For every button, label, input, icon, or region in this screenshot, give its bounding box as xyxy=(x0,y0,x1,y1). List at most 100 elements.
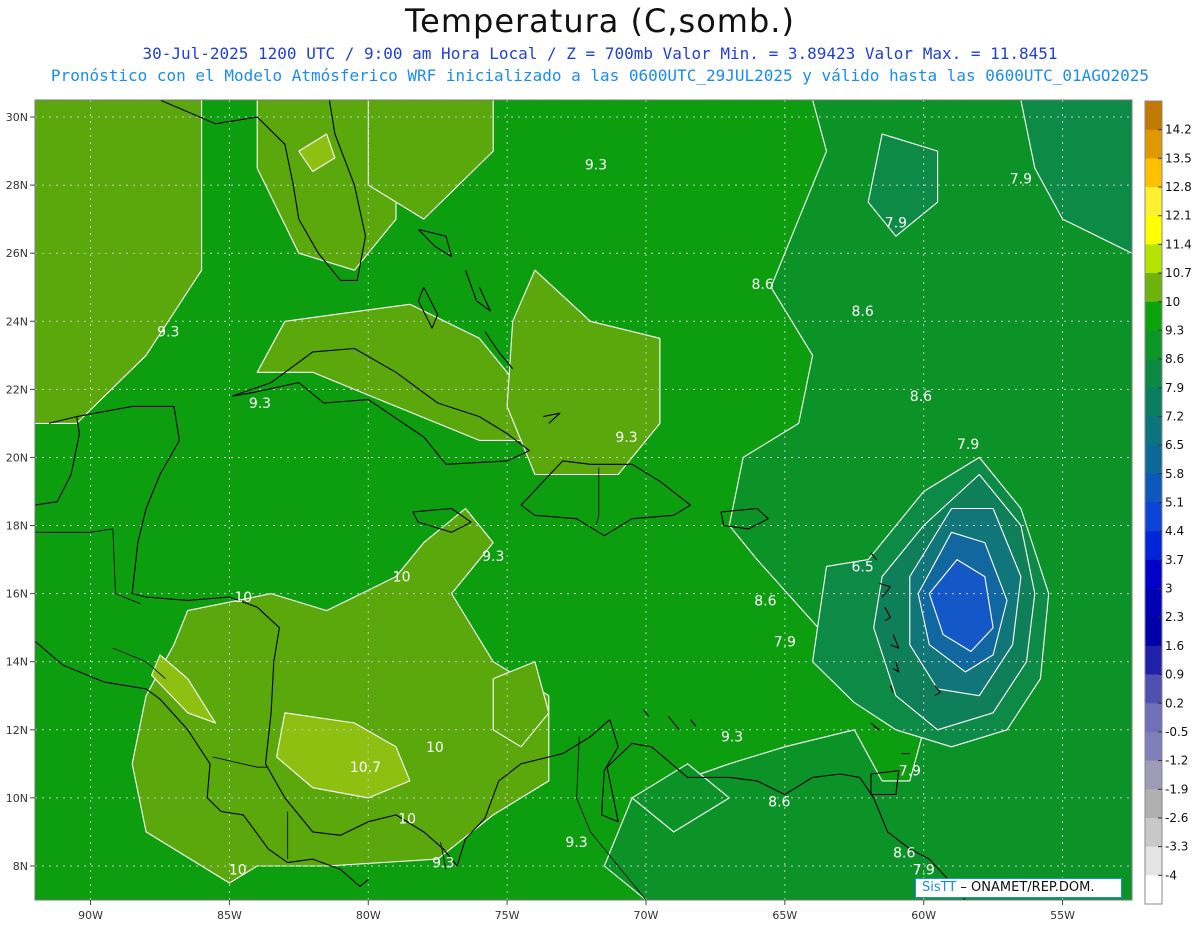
colorbar-label: 1.6 xyxy=(1165,639,1184,653)
colorbar-swatch xyxy=(1145,559,1162,589)
colorbar-swatch xyxy=(1145,445,1162,475)
colorbar-label: 8.6 xyxy=(1165,352,1184,366)
lat-tick-label: 10N xyxy=(6,792,28,805)
lat-tick-label: 12N xyxy=(6,724,28,737)
contour-label: 7.9 xyxy=(774,634,796,650)
colorbar-label: 14.2 xyxy=(1165,123,1192,137)
colorbar-label: 13.5 xyxy=(1165,151,1192,165)
lon-tick-label: 85W xyxy=(217,909,242,922)
colorbar-label: -3.3 xyxy=(1165,840,1188,854)
colorbar-swatch xyxy=(1145,301,1162,331)
colorbar-label: -4 xyxy=(1165,868,1177,882)
contour-label: 7.9 xyxy=(957,437,979,453)
contour-label: 9.3 xyxy=(249,396,271,412)
contour-label: 9.3 xyxy=(615,430,637,446)
colorbar-label: 4.4 xyxy=(1165,524,1184,538)
contour-label: 10 xyxy=(393,570,411,586)
colorbar-swatch xyxy=(1145,158,1162,188)
colorbar-label: 10 xyxy=(1165,295,1180,309)
lon-tick-label: 70W xyxy=(634,909,659,922)
colorbar-label: 3.7 xyxy=(1165,553,1184,567)
colorbar-swatch xyxy=(1145,330,1162,360)
contour-label: 8.6 xyxy=(893,845,915,861)
colorbar-swatch xyxy=(1145,473,1162,503)
colorbar-label: 0.2 xyxy=(1165,696,1184,710)
colorbar-label: 5.8 xyxy=(1165,467,1184,481)
colorbar-label: 0.9 xyxy=(1165,668,1184,682)
contour-label: 9.3 xyxy=(432,856,454,872)
contour-label: 10 xyxy=(229,862,247,878)
contour-label: 9.3 xyxy=(565,835,587,851)
colorbar-swatch xyxy=(1145,760,1162,790)
contour-label: 8.6 xyxy=(768,794,790,810)
onamet-credit: – ONAMET/REP.DOM. xyxy=(956,880,1095,895)
lat-tick-label: 26N xyxy=(6,247,28,260)
colorbar-swatch xyxy=(1145,359,1162,389)
colorbar-label: 7.2 xyxy=(1165,409,1184,423)
colorbar: 14.2 13.5 12.8 12.1 11.4 10.7 10 9.3 8.6 7.9 7.2 6.… xyxy=(1144,100,1192,905)
colorbar-label: 12.1 xyxy=(1165,209,1192,223)
colorbar-label: -1.9 xyxy=(1165,782,1188,796)
colorbar-swatch xyxy=(1145,703,1162,733)
colorbar-swatch xyxy=(1145,645,1162,675)
contour-label: 10 xyxy=(234,590,252,606)
colorbar-swatch xyxy=(1145,273,1162,303)
contour-label: 7.9 xyxy=(899,764,921,780)
lat-tick-label: 22N xyxy=(6,383,28,396)
lon-tick-label: 65W xyxy=(772,909,797,922)
lon-tick-label: 75W xyxy=(495,909,520,922)
colorbar-swatch xyxy=(1145,617,1162,647)
colorbar-swatch xyxy=(1145,387,1162,417)
contour-label: 9.3 xyxy=(157,324,179,340)
contour-label: 9.3 xyxy=(482,549,504,565)
colorbar-swatch xyxy=(1145,531,1162,561)
colorbar-label: 9.3 xyxy=(1165,323,1184,337)
contour-label: 8.6 xyxy=(754,593,776,609)
contour-label: 8.6 xyxy=(851,304,873,320)
colorbar-label: 6.5 xyxy=(1165,438,1184,452)
lat-tick-label: 18N xyxy=(6,520,28,533)
lon-tick-label: 55W xyxy=(1050,909,1075,922)
contour-label: 8.6 xyxy=(910,389,932,405)
colorbar-swatch xyxy=(1145,215,1162,245)
colorbar-label: -2.6 xyxy=(1165,811,1188,825)
colorbar-swatch xyxy=(1145,789,1162,819)
colorbar-label: 10.7 xyxy=(1165,266,1192,280)
contour-label: 6.5 xyxy=(851,559,873,575)
contour-label: 10 xyxy=(426,740,444,756)
colorbar-swatch xyxy=(1145,846,1162,876)
colorbar-swatch xyxy=(1145,588,1162,618)
contour-label: 7.9 xyxy=(913,862,935,878)
colorbar-swatch xyxy=(1145,502,1162,532)
credit-box: SisTT – ONAMET/REP.DOM. xyxy=(915,878,1122,898)
contour-label: 10 xyxy=(398,811,416,827)
contour-label: 7.9 xyxy=(885,216,907,232)
lon-tick-label: 60W xyxy=(911,909,936,922)
lat-tick-label: 14N xyxy=(6,656,28,669)
colorbar-swatch xyxy=(1145,101,1162,130)
colorbar-swatch xyxy=(1145,674,1162,704)
colorbar-swatch xyxy=(1145,817,1162,847)
colorbar-label: 12.8 xyxy=(1165,180,1192,194)
colorbar-swatch xyxy=(1145,416,1162,446)
lat-tick-label: 24N xyxy=(6,315,28,328)
colorbar-label: 2.3 xyxy=(1165,610,1184,624)
lon-tick-label: 90W xyxy=(78,909,103,922)
colorbar-label: 3 xyxy=(1165,582,1173,596)
contour-label: 9.3 xyxy=(721,730,743,746)
lat-tick-label: 30N xyxy=(6,111,28,124)
colorbar-swatch xyxy=(1145,129,1162,159)
colorbar-label: 5.1 xyxy=(1165,496,1184,510)
colorbar-label: 7.9 xyxy=(1165,381,1184,395)
colorbar-label: -0.5 xyxy=(1165,725,1188,739)
lat-tick-label: 20N xyxy=(6,451,28,464)
contour-label: 9.3 xyxy=(585,158,607,174)
contour-label: 10.7 xyxy=(350,760,381,776)
lat-tick-label: 28N xyxy=(6,179,28,192)
colorbar-swatch xyxy=(1145,731,1162,761)
contour-label: 8.6 xyxy=(751,277,773,293)
colorbar-label: -1.2 xyxy=(1165,754,1188,768)
lat-tick-label: 16N xyxy=(6,588,28,601)
colorbar-swatch xyxy=(1145,187,1162,217)
colorbar-swatch xyxy=(1145,875,1162,905)
